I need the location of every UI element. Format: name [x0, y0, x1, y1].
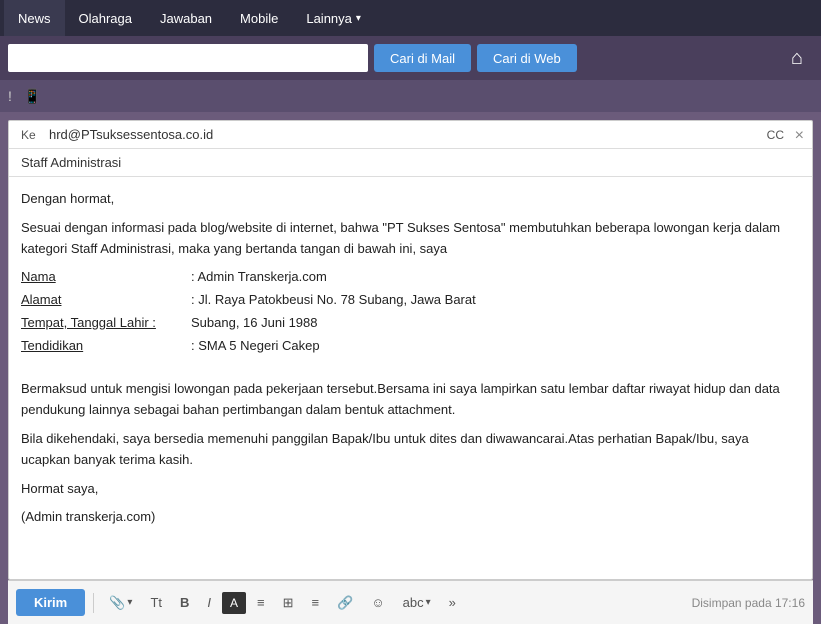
bold-button[interactable]: B	[173, 591, 196, 614]
home-icon[interactable]: ⌂	[781, 47, 813, 70]
icon-bar: ! 📱	[0, 80, 821, 112]
close-button[interactable]: ×	[795, 127, 804, 145]
nav-item-olahraga[interactable]: Olahraga	[65, 0, 146, 36]
compose-toolbar: Kirim 📎 ▾ Tt B I A ≡ ⊞ ≡ 🔗 ☺ abc ▾ » Dis…	[8, 580, 813, 624]
greeting: Dengan hormat,	[21, 189, 800, 210]
field-ttl: Tempat, Tanggal Lahir : Subang, 16 Juni …	[21, 313, 800, 334]
nav-item-news[interactable]: News	[4, 0, 65, 36]
email-to-header: Ke hrd@PTsuksessentosa.co.id CC ×	[9, 121, 812, 149]
list-button[interactable]: ≡	[250, 591, 272, 614]
mobile-icon[interactable]: 📱	[24, 88, 41, 105]
search-web-button[interactable]: Cari di Web	[477, 44, 577, 72]
email-compose: Ke hrd@PTsuksessentosa.co.id CC × Staff …	[8, 120, 813, 580]
navbar: News Olahraga Jawaban Mobile Lainnya ▾	[0, 0, 821, 36]
notification-icon[interactable]: !	[8, 88, 12, 104]
field-value-pendidikan: : SMA 5 Negeri Cakep	[191, 336, 320, 357]
paragraph1: Bermaksud untuk mengisi lowongan pada pe…	[21, 379, 800, 421]
intro-paragraph: Sesuai dengan informasi pada blog/websit…	[21, 218, 800, 260]
to-label: Ke	[21, 128, 41, 142]
to-address[interactable]: hrd@PTsuksessentosa.co.id	[49, 127, 767, 142]
paragraph2: Bila dikehendaki, saya bersedia memenuhi…	[21, 429, 800, 471]
saved-label: Disimpan pada 17:16	[692, 596, 805, 610]
field-value-alamat: : Jl. Raya Patokbeusi No. 78 Subang, Jaw…	[191, 290, 476, 311]
send-button[interactable]: Kirim	[16, 589, 85, 616]
closing2: (Admin transkerja.com)	[21, 507, 800, 528]
field-label-alamat: Alamat	[21, 290, 191, 311]
email-body: Dengan hormat, Sesuai dengan informasi p…	[9, 177, 812, 557]
nav-item-jawaban[interactable]: Jawaban	[146, 0, 226, 36]
email-subject[interactable]: Staff Administrasi	[9, 149, 812, 177]
field-alamat: Alamat : Jl. Raya Patokbeusi No. 78 Suba…	[21, 290, 800, 311]
toolbar-separator	[93, 593, 94, 613]
field-label-pendidikan: Tendidikan	[21, 336, 191, 357]
field-value-ttl: Subang, 16 Juni 1988	[191, 313, 318, 334]
font-size-button[interactable]: Tt	[143, 591, 169, 614]
font-color-button[interactable]: A	[222, 592, 246, 614]
field-value-nama: : Admin Transkerja.com	[191, 267, 327, 288]
more-button[interactable]: »	[442, 591, 463, 614]
italic-button[interactable]: I	[200, 591, 218, 614]
search-input[interactable]	[8, 44, 368, 72]
search-mail-button[interactable]: Cari di Mail	[374, 44, 471, 72]
nav-item-lainnya[interactable]: Lainnya ▾	[292, 0, 375, 36]
nav-item-mobile[interactable]: Mobile	[226, 0, 292, 36]
cc-label[interactable]: CC	[767, 128, 784, 142]
align-button[interactable]: ≡	[305, 591, 327, 614]
emoji-button[interactable]: ☺	[364, 591, 391, 614]
field-label-nama: Nama	[21, 267, 191, 288]
closing1: Hormat saya,	[21, 479, 800, 500]
chevron-down-icon: ▾	[356, 13, 361, 24]
attachment-button[interactable]: 📎 ▾	[102, 591, 139, 615]
field-nama: Nama : Admin Transkerja.com	[21, 267, 800, 288]
link-button[interactable]: 🔗	[330, 591, 360, 615]
spell-button[interactable]: abc ▾	[396, 591, 438, 614]
search-bar: Cari di Mail Cari di Web ⌂	[0, 36, 821, 80]
field-label-ttl: Tempat, Tanggal Lahir :	[21, 313, 191, 334]
indent-button[interactable]: ⊞	[276, 591, 301, 615]
field-pendidikan: Tendidikan : SMA 5 Negeri Cakep	[21, 336, 800, 357]
